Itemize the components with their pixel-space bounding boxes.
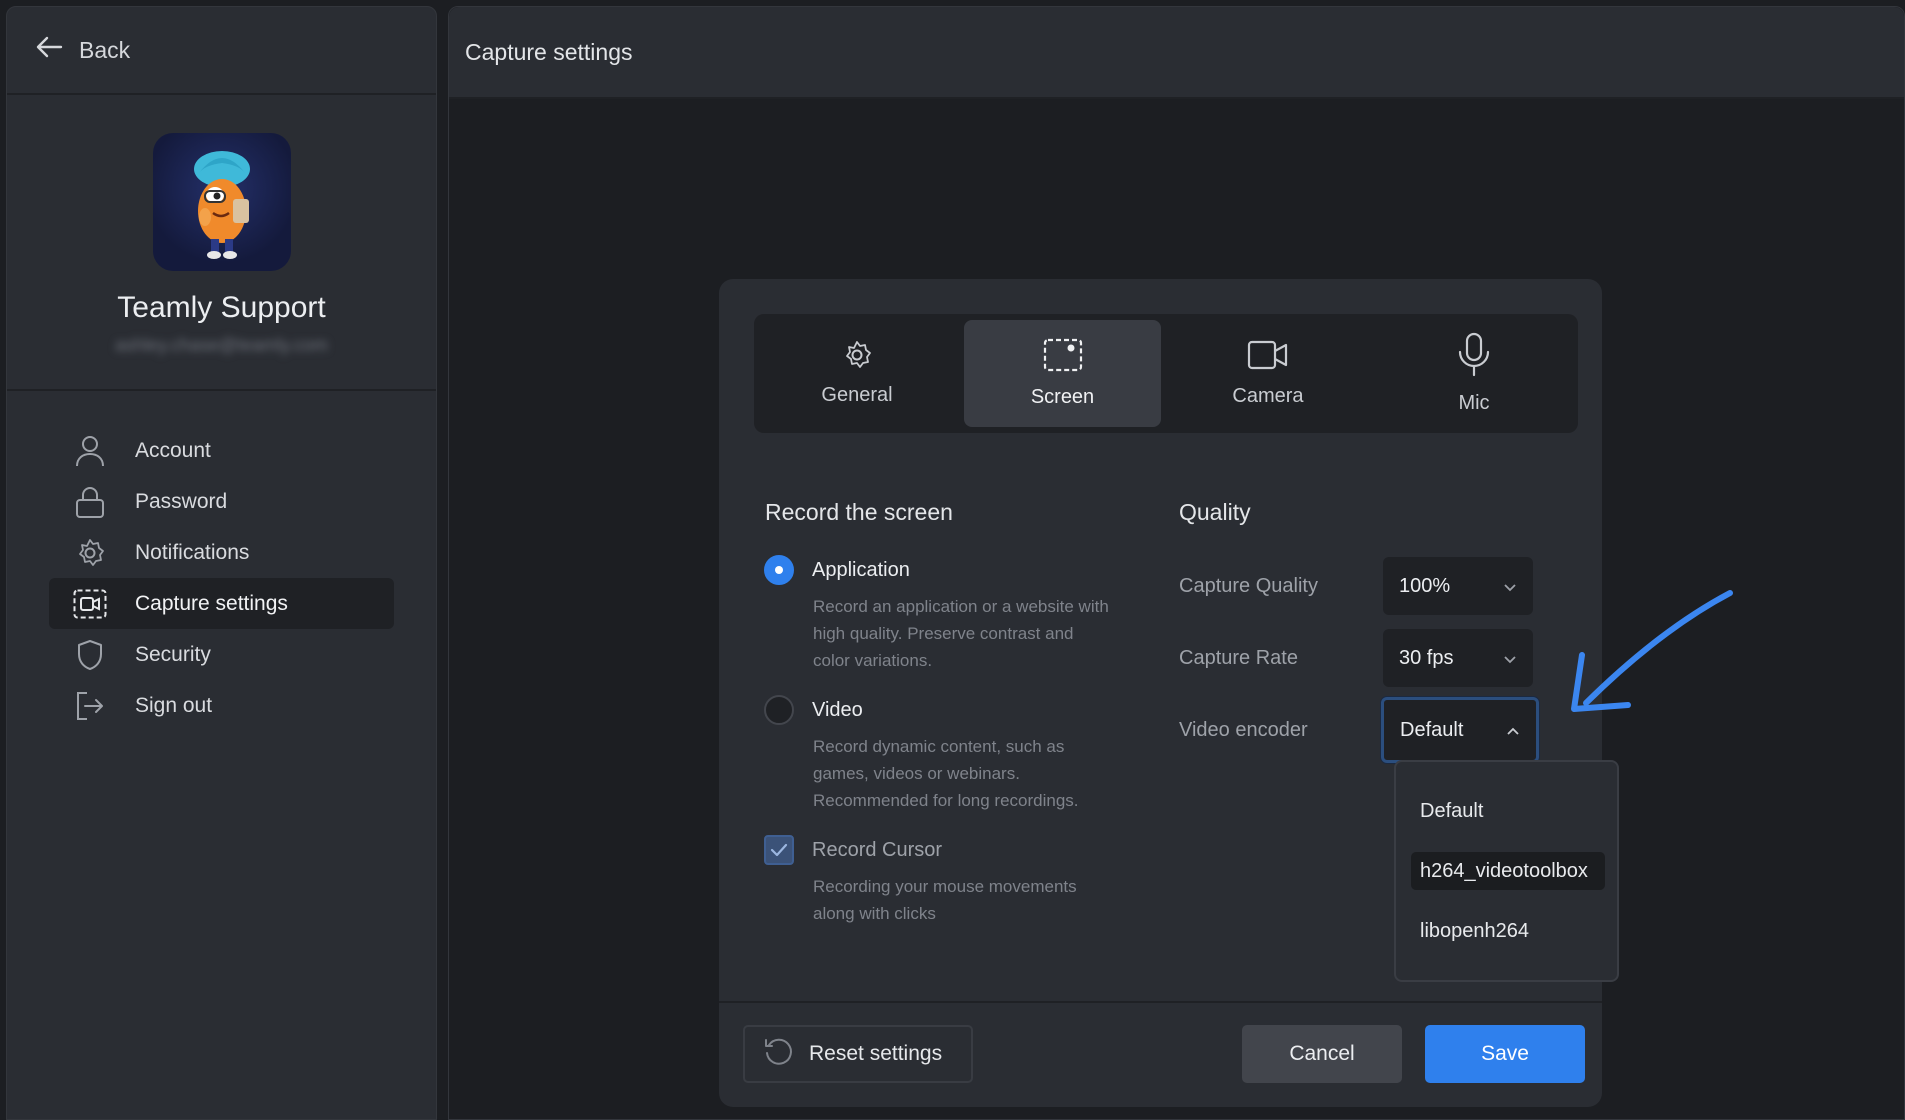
tab-label: General: [821, 384, 893, 406]
sidebar-item-security[interactable]: Security: [49, 629, 394, 680]
sidebar-item-label: Password: [135, 489, 228, 513]
record-cursor-label: Record Cursor: [812, 838, 943, 861]
profile-name: Teamly Support: [117, 291, 326, 324]
application-option[interactable]: Application: [764, 555, 910, 585]
camera-icon: [1247, 339, 1289, 377]
sidebar-item-capture-settings[interactable]: Capture settings: [49, 578, 394, 629]
sidebar-item-sign-out[interactable]: Sign out: [49, 680, 394, 731]
application-label: Application: [812, 558, 910, 581]
sidebar-item-label: Account: [135, 438, 211, 462]
reset-settings-button[interactable]: Reset settings: [743, 1025, 973, 1083]
tab-label: Screen: [1030, 386, 1095, 408]
encoder-option-h264-videotoolbox[interactable]: h264_videotoolbox: [1411, 852, 1605, 890]
sidebar-item-label: Capture settings: [135, 591, 288, 615]
screen-capture-icon: [1043, 338, 1083, 378]
arrow-left-icon: [35, 35, 63, 65]
sidebar-item-label: Notifications: [135, 540, 250, 564]
record-section-title: Record the screen: [765, 499, 953, 525]
back-label: Back: [79, 36, 131, 63]
profile-card: Teamly Support ashley.chase@teamly.com: [7, 95, 436, 391]
tab-camera[interactable]: Camera: [1165, 314, 1371, 433]
application-description: Record an application or a website with …: [813, 597, 1109, 670]
tab-label: Mic: [1458, 392, 1490, 414]
capture-settings-dialog: General Screen Camera Mic Record the scr…: [719, 279, 1602, 1107]
lock-icon: [73, 485, 107, 519]
sidebar-item-account[interactable]: Account: [49, 425, 394, 476]
sidebar-item-notifications[interactable]: Notifications: [49, 527, 394, 578]
video-label: Video: [812, 698, 863, 721]
gear-icon: [73, 536, 107, 570]
cancel-button[interactable]: Cancel: [1242, 1025, 1402, 1083]
encoder-option-libopenh264[interactable]: libopenh264: [1411, 912, 1605, 950]
chevron-up-icon: [1506, 719, 1520, 742]
annotation-arrow-icon: [1571, 590, 1733, 712]
video-encoder-select[interactable]: Default: [1381, 697, 1539, 763]
quality-section-title: Quality: [1179, 499, 1251, 525]
avatar: [152, 133, 291, 271]
sidebar-nav: Account Password Notifications Capture s…: [7, 391, 436, 731]
video-encoder-value: Default: [1400, 718, 1464, 741]
encoder-option-default[interactable]: Default: [1411, 792, 1605, 830]
capture-quality-value: 100%: [1399, 574, 1451, 597]
record-cursor-description: Recording your mouse movements along wit…: [813, 877, 1077, 923]
capture-quality-label: Capture Quality: [1179, 575, 1318, 597]
profile-email: ashley.chase@teamly.com: [115, 335, 328, 355]
footer-divider: [719, 1001, 1602, 1003]
capture-rate-label: Capture Rate: [1179, 647, 1298, 669]
back-button[interactable]: Back: [7, 7, 436, 95]
user-icon: [73, 434, 107, 468]
reset-icon: [763, 1035, 795, 1073]
main-panel: Capture settings General Screen Camera M…: [448, 6, 1905, 1120]
save-button[interactable]: Save: [1425, 1025, 1585, 1083]
mic-icon: [1456, 332, 1492, 384]
video-radio[interactable]: [764, 695, 794, 725]
capture-icon: [73, 587, 107, 621]
video-encoder-dropdown: Default h264_videotoolbox libopenh264: [1394, 760, 1619, 982]
tab-general[interactable]: General: [754, 314, 960, 433]
sign-out-icon: [73, 689, 107, 723]
video-description: Record dynamic content, such as games, v…: [813, 737, 1079, 810]
sidebar-item-label: Security: [135, 642, 211, 666]
shield-icon: [73, 638, 107, 672]
tab-screen[interactable]: Screen: [964, 320, 1161, 427]
capture-quality-select[interactable]: 100%: [1383, 557, 1533, 615]
capture-rate-value: 30 fps: [1399, 646, 1454, 669]
capture-rate-select[interactable]: 30 fps: [1383, 629, 1533, 687]
tab-mic[interactable]: Mic: [1371, 314, 1577, 433]
sidebar: Back Teamly Support ashley.chase@teamly.…: [6, 6, 437, 1120]
application-radio[interactable]: [764, 555, 794, 585]
tab-label: Camera: [1232, 385, 1304, 407]
gear-icon: [842, 340, 872, 376]
sidebar-item-password[interactable]: Password: [49, 476, 394, 527]
video-encoder-label: Video encoder: [1179, 719, 1308, 741]
check-icon: [770, 843, 788, 857]
record-cursor-checkbox[interactable]: [764, 835, 794, 865]
video-option[interactable]: Video: [764, 695, 863, 725]
reset-label: Reset settings: [809, 1042, 943, 1065]
chevron-down-icon: [1503, 575, 1517, 598]
record-cursor-option[interactable]: Record Cursor: [764, 835, 942, 865]
chevron-down-icon: [1503, 647, 1517, 670]
page-title: Capture settings: [449, 7, 1904, 99]
sidebar-item-label: Sign out: [135, 693, 213, 717]
settings-tabs: General Screen Camera Mic: [754, 314, 1578, 433]
